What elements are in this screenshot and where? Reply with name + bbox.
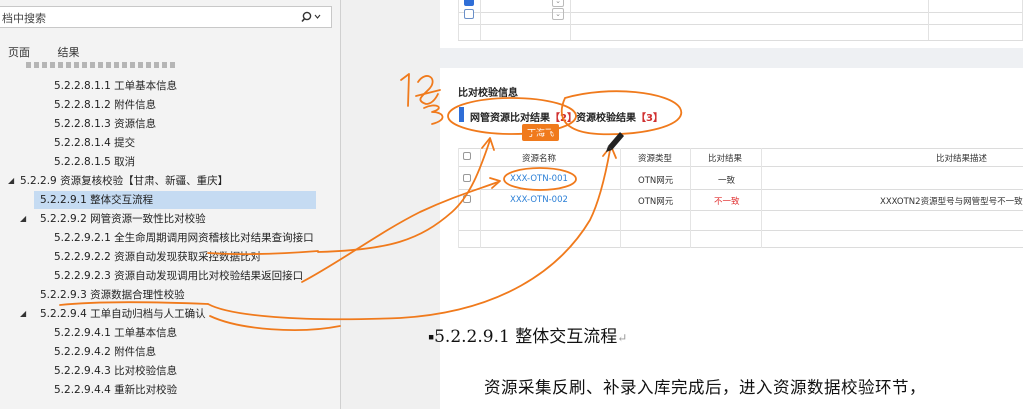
expand-triangle-icon[interactable]: ◢ — [8, 172, 14, 190]
nav-tree-item[interactable]: ◢ 5.2.2.9.2 网管资源一致性比对校验 — [0, 210, 332, 228]
paragraph-return-icon: ↵ — [617, 331, 628, 345]
nav-tree-item-label: 5.2.2.9.1 整体交互流程 — [40, 194, 154, 206]
nav-tree-item-label: 5.2.2.9.4.2 附件信息 — [54, 346, 157, 358]
document-page: ⌄ ⌄ 比对校验信息 网管资源比对结果【2】 资源校验结果【3】 丁海飞 资源名… — [428, 0, 1023, 409]
row-checkbox[interactable] — [464, 9, 474, 19]
nav-tree-item-label: 5.2.2.9.2.3 资源自动发现调用比对校验结果返回接口 — [54, 270, 304, 282]
tab-resource-check[interactable]: 资源校验结果【3】 — [576, 109, 663, 124]
navigation-pane: 档中搜索 页面 结果 5.2.2.8.1.1 工单基本信息 5.2.2.8.1.2… — [0, 0, 341, 409]
nav-tree-item-label: 5.2.2.9.2 网管资源一致性比对校验 — [40, 213, 206, 225]
resource-type: OTN网元 — [638, 197, 674, 207]
tab-nms-compare[interactable]: 网管资源比对结果【2】 — [470, 109, 577, 124]
nav-tree-item[interactable]: 5.2.2.9.4.3 比对校验信息 — [0, 362, 332, 380]
nav-tree-item-label: 5.2.2.8.1.3 资源信息 — [54, 118, 157, 130]
nav-tree-item-label: 5.2.2.9.2.1 全生命周期调用网资稽核比对结果查询接口 — [54, 232, 314, 244]
nav-tree-item-label: 5.2.2.8.1.4 提交 — [54, 137, 136, 149]
nav-tree-item[interactable]: 5.2.2.9.2.3 资源自动发现调用比对校验结果返回接口 — [0, 267, 332, 285]
nav-tree-item-label: 5.2.2.9.2.2 资源自动发现获取采控数据比对 — [54, 251, 262, 263]
nav-tree-item-label: 5.2.2.9.4 工单自动归档与人工确认 — [40, 308, 206, 320]
nav-tree-item[interactable]: ◢ 5.2.2.9 资源复核校验【甘肃、新疆、重庆】 — [0, 172, 332, 190]
nav-tree-item-label: 5.2.2.9.3 资源数据合理性校验 — [40, 289, 185, 301]
nav-tree-item[interactable]: 5.2.2.9.4.4 重新比对校验 — [0, 381, 332, 399]
nav-tree-item[interactable]: 5.2.2.9.3 资源数据合理性校验 — [0, 286, 332, 304]
search-input[interactable]: 档中搜索 — [0, 6, 332, 28]
nav-tree-item-label: 5.2.2.9.4.4 重新比对校验 — [54, 384, 178, 396]
search-placeholder: 档中搜索 — [2, 12, 46, 25]
section-title: 比对校验信息 — [458, 88, 518, 99]
handwritten-note-1-and-2 — [400, 73, 444, 125]
nav-tree-item[interactable]: 5.2.2.9.2.2 资源自动发现获取采控数据比对 — [0, 248, 332, 266]
active-tab-indicator — [459, 107, 464, 122]
resource-link[interactable]: XXX-OTN-001 — [510, 174, 568, 184]
nav-tree-partial-row — [26, 62, 176, 71]
page-separator — [440, 48, 1023, 68]
nav-tree-item-label: 5.2.2.9.4.1 工单基本信息 — [54, 327, 178, 339]
resource-link[interactable]: XXX-OTN-002 — [510, 195, 568, 205]
chevron-down-icon[interactable]: ⌄ — [552, 8, 564, 20]
nav-tree-item[interactable]: 5.2.2.9.4.1 工单基本信息 — [0, 324, 332, 342]
search-icon[interactable] — [301, 9, 323, 25]
expand-triangle-icon[interactable]: ◢ — [20, 210, 26, 228]
nav-tree-item-label: 5.2.2.8.1.2 附件信息 — [54, 99, 157, 111]
body-paragraph: 资源采集反刷、补录入库完成后，进入资源数据校验环节， — [484, 378, 926, 397]
tab-results[interactable]: 结果 — [58, 46, 80, 59]
nav-tree-item[interactable]: 5.2.2.8.1.3 资源信息 — [0, 115, 332, 133]
row-checkbox[interactable] — [463, 195, 471, 203]
nav-tree-item-label: 5.2.2.8.1.1 工单基本信息 — [54, 80, 178, 92]
nav-tree-item[interactable]: 5.2.2.8.1.5 取消 — [0, 153, 332, 171]
resource-type: OTN网元 — [638, 176, 674, 186]
document-heading: ▪5.2.2.9.1 整体交互流程↵ — [428, 327, 628, 347]
nav-tree-item-label: 5.2.2.8.1.5 取消 — [54, 156, 136, 168]
expand-triangle-icon[interactable]: ◢ — [20, 305, 26, 323]
tab-pages[interactable]: 页面 — [8, 46, 30, 59]
nav-tree-item[interactable]: 5.2.2.9.4.2 附件信息 — [0, 343, 332, 361]
compare-description: XXXOTN2资源型号与网管型号不一致 — [880, 197, 1023, 207]
nav-tree-item-label: 5.2.2.9 资源复核校验【甘肃、新疆、重庆】 — [20, 175, 229, 187]
top-table: ⌄ ⌄ — [458, 0, 1023, 41]
nav-tree-item[interactable]: 5.2.2.8.1.1 工单基本信息 — [0, 77, 332, 95]
select-all-checkbox[interactable] — [463, 152, 471, 160]
row-checkbox[interactable] — [464, 0, 474, 6]
col-header-type: 资源类型 — [638, 154, 673, 164]
result-table: 资源名称 资源类型 比对结果 比对结果描述 XXX-OTN-001 OTN网元 … — [458, 148, 1023, 248]
col-header-result: 比对结果 — [708, 154, 743, 164]
nav-tree-item[interactable]: 5.2.2.8.1.4 提交 — [0, 134, 332, 152]
nav-tabs: 页面 结果 — [8, 44, 104, 60]
nav-tree-item[interactable]: 5.2.2.9.2.1 全生命周期调用网资稽核比对结果查询接口 — [0, 229, 332, 247]
nav-tree-item[interactable]: 5.2.2.9.1 整体交互流程 — [34, 191, 316, 209]
author-tooltip: 丁海飞 — [522, 124, 560, 141]
col-header-desc: 比对结果描述 — [936, 154, 988, 164]
compare-result: 不一致 — [714, 197, 740, 207]
col-header-name: 资源名称 — [522, 154, 557, 164]
chevron-down-icon[interactable]: ⌄ — [552, 0, 564, 7]
nav-tree-item[interactable]: 5.2.2.8.1.2 附件信息 — [0, 96, 332, 114]
nav-tree-item[interactable]: ◢ 5.2.2.9.4 工单自动归档与人工确认 — [0, 305, 332, 323]
row-checkbox[interactable] — [463, 174, 471, 182]
nav-tree-item-label: 5.2.2.9.4.3 比对校验信息 — [54, 365, 178, 377]
compare-result: 一致 — [718, 176, 736, 186]
